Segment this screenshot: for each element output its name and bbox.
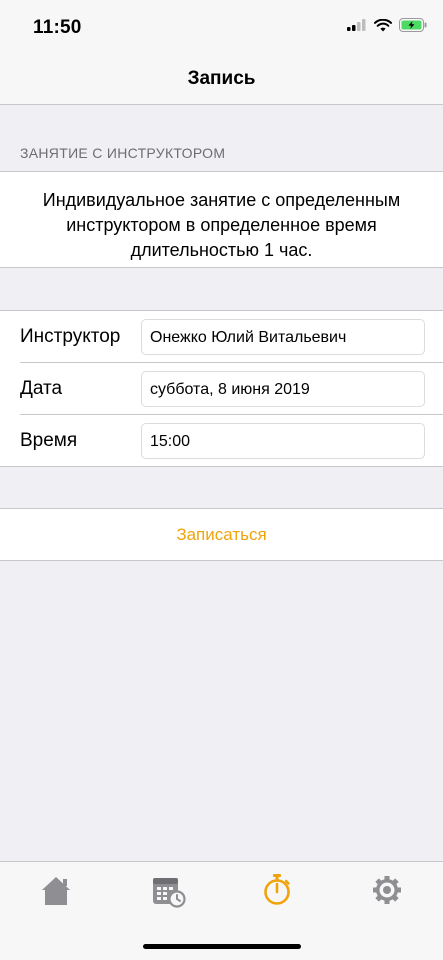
time-row: Время 15:00 (0, 415, 443, 467)
description-cell: Индивидуальное занятие с определенным ин… (0, 171, 443, 268)
home-icon (42, 877, 70, 905)
instructor-label: Инструктор (20, 326, 121, 347)
navigation-bar: Запись (0, 56, 443, 105)
wifi-icon (374, 18, 392, 31)
stopwatch-icon (264, 874, 290, 905)
tab-schedule[interactable] (149, 870, 189, 910)
date-label: Дата (20, 378, 63, 399)
status-bar: 11:50 (0, 0, 443, 56)
date-row: Дата суббота, 8 июня 2019 (0, 363, 443, 415)
submit-button[interactable]: Записаться (0, 525, 443, 545)
date-field[interactable]: суббота, 8 июня 2019 (141, 371, 425, 407)
tab-stopwatch[interactable] (257, 870, 297, 910)
instructor-field[interactable]: Онежко Юлий Витальевич (141, 319, 425, 355)
battery-icon (399, 18, 427, 32)
calendar-clock-icon (153, 878, 186, 908)
instructor-row: Инструктор Онежко Юлий Витальевич (0, 311, 443, 363)
booking-form: Инструктор Онежко Юлий Витальевич Дата с… (0, 310, 443, 467)
description-text: Индивидуальное занятие с определенным ин… (42, 190, 401, 260)
section-header: ЗАНЯТИЕ С ИНСТРУКТОРОМ (20, 145, 226, 161)
home-indicator[interactable] (143, 944, 301, 949)
submit-cell: Записаться (0, 508, 443, 561)
time-label: Время (20, 430, 78, 451)
time-field[interactable]: 15:00 (141, 423, 425, 459)
gear-icon (373, 876, 401, 904)
tab-settings[interactable] (367, 870, 407, 910)
status-icons (347, 18, 427, 32)
tab-home[interactable] (36, 870, 76, 910)
page-title: Запись (187, 68, 256, 89)
signal-icon (347, 19, 366, 31)
status-time: 11:50 (33, 17, 82, 38)
